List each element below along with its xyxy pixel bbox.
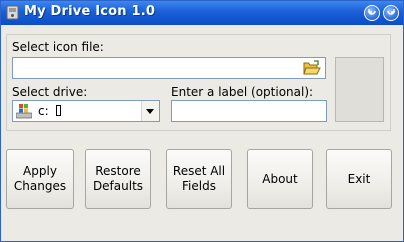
icon-file-label: Select icon file: [12,40,104,54]
drive-select[interactable]: c: [12,100,160,122]
drive-label: Select drive: [12,85,88,99]
minimize-button[interactable] [364,5,380,21]
drive-value: c: [38,104,49,118]
title-bar[interactable]: My Drive Icon 1.0 [1,1,403,25]
app-icon [6,5,19,20]
icon-preview [335,57,384,122]
chevron-down-icon [146,109,154,114]
restore-defaults-button[interactable]: Restore Defaults [85,149,151,209]
window-title: My Drive Icon 1.0 [24,4,156,19]
icon-file-input[interactable] [12,57,326,79]
folder-open-icon[interactable] [303,60,321,76]
about-button[interactable]: About [247,149,313,209]
exit-button[interactable]: Exit [326,149,392,209]
drive-dropdown-button[interactable] [141,101,159,121]
text-caret [56,105,61,116]
reset-all-fields-button[interactable]: Reset All Fields [166,149,232,209]
app-window: My Drive Icon 1.0 Select icon file: Sele… [0,0,404,242]
minimize-icon [368,9,376,15]
close-icon [387,9,395,15]
close-button[interactable] [383,5,399,21]
drive-label-input[interactable] [171,100,327,122]
label-field-label: Enter a label (optional): [171,85,314,99]
windows-drive-icon [16,104,32,119]
apply-changes-button[interactable]: Apply Changes [6,149,74,209]
